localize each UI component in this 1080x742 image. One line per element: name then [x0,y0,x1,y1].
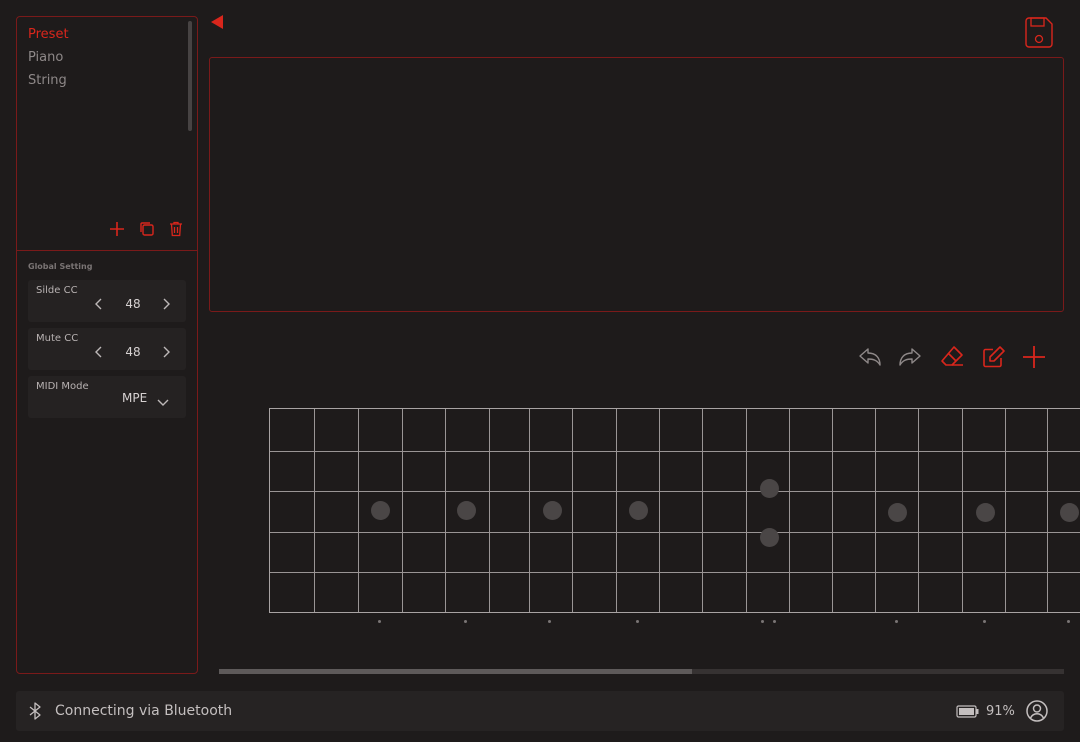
fret-line [358,409,359,612]
fret-inlay-dot [759,527,779,547]
preset-item-preset[interactable]: Preset [28,27,69,42]
fret-line [445,409,446,612]
fret-line [1005,409,1006,612]
edit-icon [983,346,1005,368]
undo-icon [859,348,881,366]
battery-icon [956,705,979,718]
mute-cc-increment-button[interactable] [159,344,173,358]
triangle-left-icon [211,15,223,29]
fret-inlay-dot [1059,502,1079,522]
fret-line [659,409,660,612]
chevron-left-icon [95,346,102,358]
fret-inlay-dot [628,500,648,520]
fretboard-scroll-thumb[interactable] [219,669,692,674]
fret-marker-dot [377,620,381,623]
mute-cc-decrement-button[interactable] [92,344,106,358]
mute-cc-setting: Mute CC 48 [28,328,186,370]
preset-actions [107,219,187,239]
preset-list: Preset Piano String [17,17,197,251]
midi-mode-setting[interactable]: MIDI Mode MPE [28,376,186,418]
fret-marker-dot [894,620,898,623]
fret-line [746,409,747,612]
midi-mode-value[interactable]: MPE [122,391,147,405]
fretboard[interactable] [269,408,1080,613]
collapse-sidebar-button[interactable] [210,14,224,30]
plus-icon [1023,346,1045,368]
global-setting-title: Global Setting [28,262,93,271]
slide-cc-setting: Silde CC 48 [28,280,186,322]
user-icon [1026,700,1048,722]
connection-status: Connecting via Bluetooth [55,703,233,719]
account-button[interactable] [1025,699,1049,723]
left-panel: Preset Piano String Global Setting Silde… [16,16,198,674]
redo-button[interactable] [897,344,923,370]
chevron-right-icon [163,298,170,310]
fret-marker-dot [760,620,764,623]
slide-cc-decrement-button[interactable] [92,296,106,310]
fret-line [918,409,919,612]
slide-cc-increment-button[interactable] [159,296,173,310]
fret-marker-dot [982,620,986,623]
string-line [270,572,1080,573]
battery-level: 91% [986,704,1015,719]
mute-cc-value: 48 [125,345,141,359]
fret-inlay-dot [542,500,562,520]
fret-inlay-dot [975,502,995,522]
editor-area[interactable] [209,57,1064,312]
midi-mode-dropdown-button[interactable] [156,394,170,408]
save-icon [1025,17,1053,48]
undo-button[interactable] [857,344,883,370]
status-bar: Connecting via Bluetooth 91% [16,691,1064,731]
preset-list-scrollbar[interactable] [188,21,192,131]
chevron-down-icon [157,399,169,406]
fret-line [572,409,573,612]
fret-marker-dot [547,620,551,623]
string-line [270,491,1080,492]
fret-marker-dot [1066,620,1070,623]
fret-line [702,409,703,612]
bluetooth-icon [29,702,41,720]
edit-button[interactable] [981,344,1007,370]
eraser-icon [941,346,963,366]
fret-marker-dot [463,620,467,623]
fret-line [1047,409,1048,612]
fret-inlay-dot [370,500,390,520]
redo-icon [899,348,921,366]
duplicate-preset-button[interactable] [137,219,157,239]
slide-cc-value: 48 [125,297,141,311]
copy-icon [140,222,154,236]
add-preset-button[interactable] [107,219,127,239]
preset-item-string[interactable]: String [28,73,67,88]
fret-line [529,409,530,612]
preset-item-piano[interactable]: Piano [28,50,63,65]
fret-line [789,409,790,612]
fret-marker-dot [772,620,776,623]
fret-line [314,409,315,612]
mute-cc-label: Mute CC [36,333,79,344]
string-line [270,532,1080,533]
slide-cc-label: Silde CC [36,285,78,296]
midi-mode-label: MIDI Mode [36,381,89,392]
save-button[interactable] [1024,16,1054,49]
fret-line [832,409,833,612]
chevron-left-icon [95,298,102,310]
trash-icon [170,221,182,237]
delete-preset-button[interactable] [166,219,186,239]
plus-icon [110,222,124,236]
fret-line [489,409,490,612]
fret-marker-dot [635,620,639,623]
fretboard-scroll-track[interactable] [219,669,1064,674]
fret-inlay-dot [887,502,907,522]
fret-inlay-dot [456,500,476,520]
fret-line [962,409,963,612]
fret-line [402,409,403,612]
add-button[interactable] [1021,344,1047,370]
string-line [270,451,1080,452]
fret-line [875,409,876,612]
chevron-right-icon [163,346,170,358]
fret-line [616,409,617,612]
eraser-button[interactable] [939,344,965,370]
fret-inlay-dot [759,478,779,498]
